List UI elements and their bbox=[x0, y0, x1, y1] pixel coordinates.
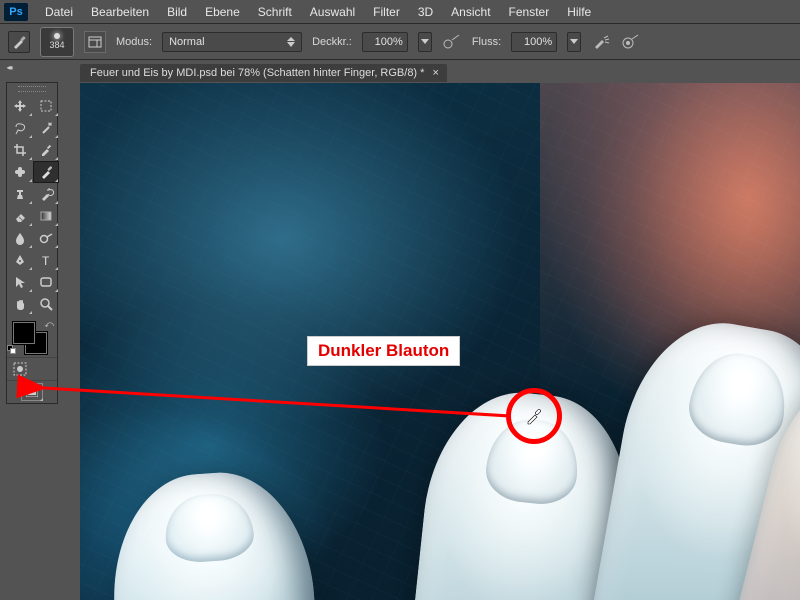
move-tool[interactable] bbox=[7, 95, 33, 117]
document-tab-bar: Feuer und Eis by MDI.psd bei 78% (Schatt… bbox=[80, 63, 447, 83]
opacity-slider-toggle[interactable] bbox=[418, 32, 432, 52]
eyedropper-tool[interactable] bbox=[33, 139, 59, 161]
opacity-value: 100% bbox=[375, 36, 403, 48]
type-tool[interactable]: T bbox=[33, 249, 59, 271]
menu-filter[interactable]: Filter bbox=[364, 3, 409, 21]
blend-mode-value: Normal bbox=[169, 36, 204, 48]
tools-panel: T ⤺ bbox=[6, 82, 58, 404]
magic-wand-tool[interactable] bbox=[33, 117, 59, 139]
menu-file[interactable]: Datei bbox=[36, 3, 82, 21]
panel-dock-toggle[interactable]: ◂◂ bbox=[0, 60, 17, 74]
tablet-pressure-size-icon bbox=[622, 34, 640, 50]
pressure-size-toggle[interactable] bbox=[621, 32, 641, 52]
opacity-label: Deckkr.: bbox=[312, 36, 352, 48]
brush-preview-dot bbox=[54, 33, 60, 39]
tab-close-button[interactable]: × bbox=[432, 67, 438, 79]
chevron-down-icon bbox=[287, 42, 295, 47]
brush-icon bbox=[12, 35, 26, 49]
options-bar: 384 Modus: Normal Deckkr.: 100% Fluss: 1… bbox=[0, 24, 800, 60]
default-colors-icon[interactable] bbox=[7, 345, 17, 355]
annotation-circle bbox=[506, 388, 562, 444]
panel-grip[interactable] bbox=[7, 83, 57, 95]
menu-3d[interactable]: 3D bbox=[409, 3, 442, 21]
app-logo: Ps bbox=[4, 3, 28, 21]
menu-layer[interactable]: Ebene bbox=[196, 3, 249, 21]
shape-tool[interactable] bbox=[33, 271, 59, 293]
flow-slider-toggle[interactable] bbox=[567, 32, 581, 52]
airbrush-icon bbox=[592, 34, 610, 50]
menu-window[interactable]: Fenster bbox=[500, 3, 559, 21]
double-chevron-icon: ◂◂ bbox=[6, 63, 10, 72]
zoom-tool[interactable] bbox=[33, 293, 59, 315]
chevron-down-icon bbox=[421, 39, 429, 44]
healing-brush-tool[interactable] bbox=[7, 161, 33, 183]
history-brush-tool[interactable] bbox=[33, 183, 59, 205]
airbrush-toggle[interactable] bbox=[591, 32, 611, 52]
path-selection-tool[interactable] bbox=[7, 271, 33, 293]
brush-preset-picker[interactable]: 384 bbox=[40, 27, 74, 57]
pen-tool[interactable] bbox=[7, 249, 33, 271]
menu-image[interactable]: Bild bbox=[158, 3, 196, 21]
eraser-tool[interactable] bbox=[7, 205, 33, 227]
menu-type[interactable]: Schrift bbox=[249, 3, 301, 21]
brush-tool[interactable] bbox=[33, 161, 59, 183]
flow-value: 100% bbox=[524, 36, 552, 48]
color-swatches: ⤺ bbox=[7, 319, 57, 355]
menu-help[interactable]: Hilfe bbox=[558, 3, 600, 21]
chevron-up-icon bbox=[287, 37, 295, 41]
document-title: Feuer und Eis by MDI.psd bei 78% (Schatt… bbox=[90, 67, 424, 79]
marquee-tool[interactable] bbox=[33, 95, 59, 117]
document-tab[interactable]: Feuer und Eis by MDI.psd bei 78% (Schatt… bbox=[80, 64, 447, 82]
quickmask-toggle[interactable] bbox=[7, 358, 32, 380]
blend-mode-select[interactable]: Normal bbox=[162, 32, 302, 52]
brush-panel-toggle[interactable] bbox=[84, 31, 106, 53]
dodge-tool[interactable] bbox=[33, 227, 59, 249]
foreground-swatch[interactable] bbox=[13, 322, 35, 344]
svg-text:T: T bbox=[42, 254, 50, 268]
brush-size-value: 384 bbox=[49, 40, 64, 50]
opacity-field[interactable]: 100% bbox=[362, 32, 408, 52]
tablet-pressure-icon bbox=[443, 34, 461, 50]
hand-tool[interactable] bbox=[7, 293, 33, 315]
tool-preset-picker[interactable] bbox=[8, 31, 30, 53]
blur-tool[interactable] bbox=[7, 227, 33, 249]
menu-view[interactable]: Ansicht bbox=[442, 3, 499, 21]
panel-icon bbox=[88, 35, 102, 49]
swap-colors-icon[interactable]: ⤺ bbox=[44, 319, 54, 330]
menu-edit[interactable]: Bearbeiten bbox=[82, 3, 158, 21]
screenmode-toggle[interactable] bbox=[21, 383, 43, 401]
chevron-down-icon bbox=[570, 39, 578, 44]
menu-bar: Ps Datei Bearbeiten Bild Ebene Schrift A… bbox=[0, 0, 800, 24]
mode-label: Modus: bbox=[116, 36, 152, 48]
flow-label: Fluss: bbox=[472, 36, 501, 48]
pressure-opacity-toggle[interactable] bbox=[442, 32, 462, 52]
menu-select[interactable]: Auswahl bbox=[301, 3, 364, 21]
clone-stamp-tool[interactable] bbox=[7, 183, 33, 205]
gradient-tool[interactable] bbox=[33, 205, 59, 227]
flow-field[interactable]: 100% bbox=[511, 32, 557, 52]
annotation-label: Dunkler Blauton bbox=[307, 336, 460, 366]
lasso-tool[interactable] bbox=[7, 117, 33, 139]
crop-tool[interactable] bbox=[7, 139, 33, 161]
eyedropper-cursor-icon bbox=[524, 406, 544, 426]
